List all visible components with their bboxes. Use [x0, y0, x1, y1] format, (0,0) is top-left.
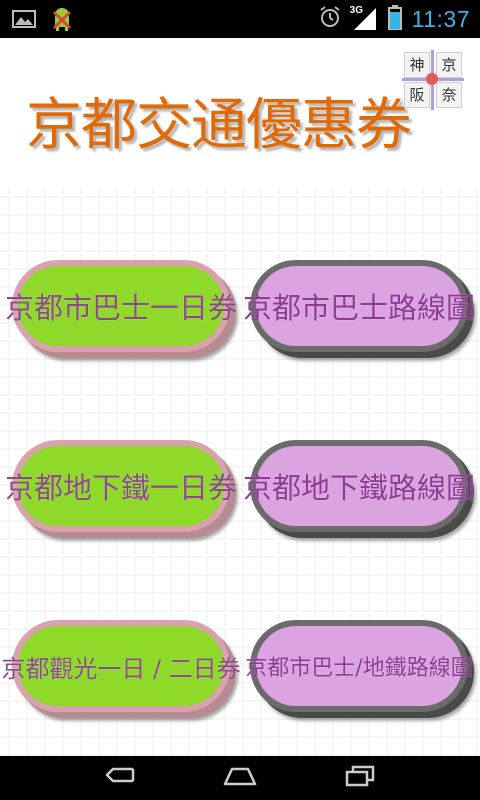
back-icon	[103, 765, 137, 791]
kyoto-subway-one-day-pass-button[interactable]: 京都地下鐵一日券	[5, 440, 237, 532]
page-title: 京都交通優惠券	[26, 93, 412, 158]
home-icon	[222, 765, 258, 791]
button-label: 京都市巴士路線圖	[243, 291, 476, 325]
main-content: 京都交通優惠券 神 京 阪 奈 京都市巴士一日券 京都市巴士路線圖 京都地下鐵一…	[0, 38, 480, 756]
kyoto-bus-subway-route-map-button[interactable]: 京都市巴士/地鐵路線圖	[245, 620, 473, 712]
gallery-icon	[12, 7, 36, 35]
kyoto-bus-one-day-pass-button[interactable]: 京都市巴士一日券	[5, 260, 237, 352]
alarm-icon	[318, 5, 342, 33]
kyoto-subway-route-map-button[interactable]: 京都地下鐵路線圖	[243, 440, 475, 532]
logo-cell-nara: 奈	[436, 82, 462, 108]
recent-apps-button[interactable]	[328, 762, 392, 794]
navigation-bar	[0, 756, 480, 800]
status-clock: 11:37	[411, 5, 470, 32]
logo-cell-kobe: 神	[404, 52, 430, 78]
signal-icon: 3G	[350, 5, 378, 31]
button-label: 京都地下鐵一日券	[5, 471, 238, 505]
notification-icons	[12, 6, 74, 36]
button-label: 京都地下鐵路線圖	[243, 471, 476, 505]
region-logo: 神 京 阪 奈	[402, 50, 464, 110]
button-label: 京都市巴士/地鐵路線圖	[245, 656, 473, 681]
back-button[interactable]	[88, 762, 152, 794]
logo-cell-osaka: 阪	[404, 82, 430, 108]
battery-icon	[387, 4, 402, 34]
button-label: 京都市巴士一日券	[5, 291, 238, 325]
kyoto-sightseeing-pass-button[interactable]: 京都觀光一日 / 二日券	[1, 620, 241, 712]
system-icons: 3G 11:37	[318, 0, 470, 38]
button-label: 京都觀光一日 / 二日券	[1, 654, 241, 683]
recent-apps-icon	[344, 764, 376, 792]
logo-center-dot	[426, 73, 438, 85]
home-button[interactable]	[208, 762, 272, 794]
kyoto-bus-route-map-button[interactable]: 京都市巴士路線圖	[243, 260, 475, 352]
logo-cell-kyoto: 京	[436, 52, 462, 78]
android-debug-icon	[50, 6, 74, 36]
status-bar: 3G 11:37	[0, 0, 480, 38]
